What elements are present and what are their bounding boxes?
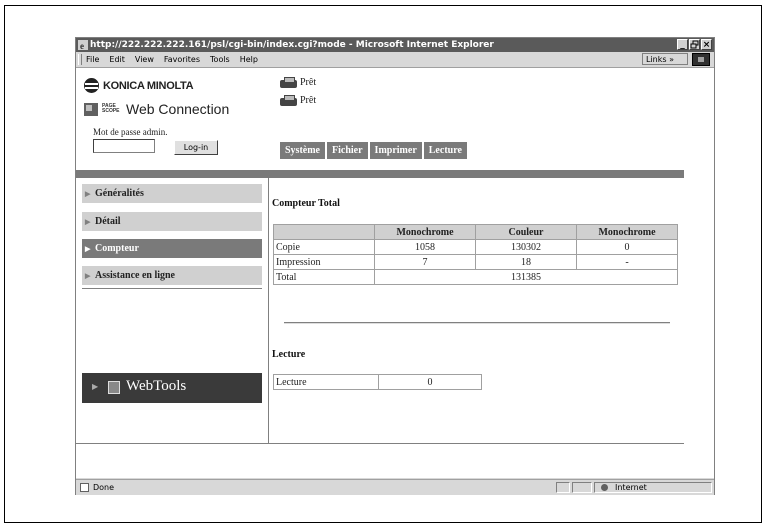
browser-window: e http://222.222.222.161/psl/cgi-bin/ind… bbox=[75, 37, 715, 495]
web-connection-title: Web Connection bbox=[126, 101, 230, 117]
page-icon bbox=[80, 483, 89, 492]
triangle-right-icon: ▶ bbox=[85, 245, 91, 253]
maximize-button[interactable] bbox=[689, 39, 700, 50]
triangle-right-icon: ▶ bbox=[85, 272, 91, 280]
footer-rule bbox=[76, 443, 684, 444]
title-bar: e http://222.222.222.161/psl/cgi-bin/ind… bbox=[76, 38, 714, 52]
admin-password-input[interactable] bbox=[93, 139, 155, 153]
window-controls: _ × bbox=[677, 39, 712, 50]
lecture-table: Lecture 0 bbox=[273, 374, 482, 390]
table-row: Impression 7 18 - bbox=[273, 254, 678, 270]
tab-systeme[interactable]: Système bbox=[280, 142, 325, 159]
header-band bbox=[76, 170, 684, 178]
section-divider bbox=[284, 322, 670, 324]
printer-status-label: Prêt bbox=[300, 77, 317, 88]
table-cell: - bbox=[576, 254, 678, 270]
brand-name: KONICA MINOLTA bbox=[103, 79, 194, 92]
row-label: Lecture bbox=[273, 374, 379, 390]
status-panel bbox=[556, 482, 570, 493]
table-cell: 130302 bbox=[475, 239, 577, 255]
menu-help[interactable]: Help bbox=[240, 52, 258, 67]
printer-status-1: Prêt bbox=[280, 77, 316, 88]
nav-item-label: Généralités bbox=[95, 188, 144, 199]
table-cell: 7 bbox=[374, 254, 476, 270]
globe-icon bbox=[601, 484, 608, 491]
security-zone: Internet bbox=[594, 482, 712, 493]
nav-item-detail[interactable]: ▶ Détail bbox=[82, 212, 262, 231]
printer-icon bbox=[280, 77, 297, 88]
window-title: http://222.222.222.161/psl/cgi-bin/index… bbox=[90, 40, 494, 50]
total-cell: 131385 bbox=[374, 269, 678, 285]
nav-item-label: Assistance en ligne bbox=[95, 270, 175, 281]
triangle-right-icon: ▶ bbox=[92, 382, 99, 391]
konica-minolta-logo: KONICA MINOLTA bbox=[84, 78, 194, 93]
close-button[interactable]: × bbox=[701, 39, 712, 50]
menu-bar: File Edit View Favorites Tools Help Link… bbox=[76, 52, 714, 68]
menu-edit[interactable]: Edit bbox=[109, 52, 125, 67]
table-row: Lecture 0 bbox=[273, 374, 482, 390]
triangle-right-icon: ▶ bbox=[85, 218, 91, 226]
table-cell: 18 bbox=[475, 254, 577, 270]
row-label: Copie bbox=[273, 239, 375, 255]
minimize-button[interactable]: _ bbox=[677, 39, 688, 50]
counter-table: Monochrome Couleur Monochrome Copie 1058… bbox=[273, 224, 678, 285]
menu-view[interactable]: View bbox=[135, 52, 154, 67]
triangle-right-icon: ▶ bbox=[85, 190, 91, 198]
tab-lecture[interactable]: Lecture bbox=[423, 142, 467, 159]
status-bar: Done Internet bbox=[76, 479, 714, 495]
page-content: KONICA MINOLTA PAGE SCOPE Web Connection… bbox=[76, 68, 714, 478]
top-tabs: Système Fichier Imprimer Lecture bbox=[280, 142, 467, 159]
printer-status-label: Prêt bbox=[300, 95, 317, 106]
internet-explorer-icon: e bbox=[78, 40, 88, 50]
pagescope-logo: PAGE SCOPE Web Connection bbox=[84, 101, 229, 117]
menu-file[interactable]: File bbox=[86, 52, 99, 67]
table-cell: 0 bbox=[378, 374, 482, 390]
status-text: Done bbox=[93, 483, 115, 492]
table-header: Monochrome bbox=[576, 224, 678, 240]
printer-status-2: Prêt bbox=[280, 95, 316, 106]
table-row-total: Total 131385 bbox=[273, 269, 678, 285]
menu-tools[interactable]: Tools bbox=[210, 52, 230, 67]
row-label: Total bbox=[273, 269, 375, 285]
restore-icon bbox=[690, 40, 699, 49]
lecture-section-title: Lecture bbox=[272, 349, 306, 360]
konica-globe-icon bbox=[84, 78, 99, 93]
table-row: Copie 1058 130302 0 bbox=[273, 239, 678, 255]
nav-item-label: Détail bbox=[95, 216, 121, 227]
row-label: Impression bbox=[273, 254, 375, 270]
pagescope-small-label: PAGE SCOPE bbox=[102, 103, 120, 114]
zone-label: Internet bbox=[615, 483, 647, 492]
webtools-button[interactable]: ▶ WebTools bbox=[82, 373, 262, 403]
table-header: Couleur bbox=[475, 224, 577, 240]
toolbar-grip bbox=[78, 54, 82, 65]
login-button[interactable]: Log-in bbox=[174, 140, 218, 155]
table-cell: 1058 bbox=[374, 239, 476, 255]
status-panel bbox=[572, 482, 592, 493]
svg-text:e: e bbox=[80, 41, 84, 50]
tab-fichier[interactable]: Fichier bbox=[327, 142, 368, 159]
windows-logo-icon bbox=[692, 53, 710, 66]
tab-imprimer[interactable]: Imprimer bbox=[369, 142, 422, 159]
pagescope-icon bbox=[84, 102, 98, 116]
menu-favorites[interactable]: Favorites bbox=[164, 52, 200, 67]
nav-divider bbox=[82, 288, 262, 289]
links-button[interactable]: Links » bbox=[642, 53, 688, 65]
printer-icon bbox=[280, 95, 297, 106]
nav-item-generalites[interactable]: ▶ Généralités bbox=[82, 184, 262, 203]
table-header-row: Monochrome Couleur Monochrome bbox=[273, 224, 678, 240]
table-cell: 0 bbox=[576, 239, 678, 255]
counter-section-title: Compteur Total bbox=[272, 198, 340, 209]
table-header: Monochrome bbox=[374, 224, 476, 240]
nav-item-assistance[interactable]: ▶ Assistance en ligne bbox=[82, 266, 262, 285]
table-header bbox=[273, 224, 375, 240]
nav-item-compteur[interactable]: ▶ Compteur bbox=[82, 239, 262, 258]
admin-password-label: Mot de passe admin. bbox=[93, 127, 168, 137]
menu-items: File Edit View Favorites Tools Help bbox=[86, 52, 258, 67]
nav-item-label: Compteur bbox=[95, 243, 139, 254]
webtools-label: WebTools bbox=[126, 378, 187, 394]
webtools-icon bbox=[108, 381, 120, 394]
column-divider bbox=[268, 178, 269, 443]
